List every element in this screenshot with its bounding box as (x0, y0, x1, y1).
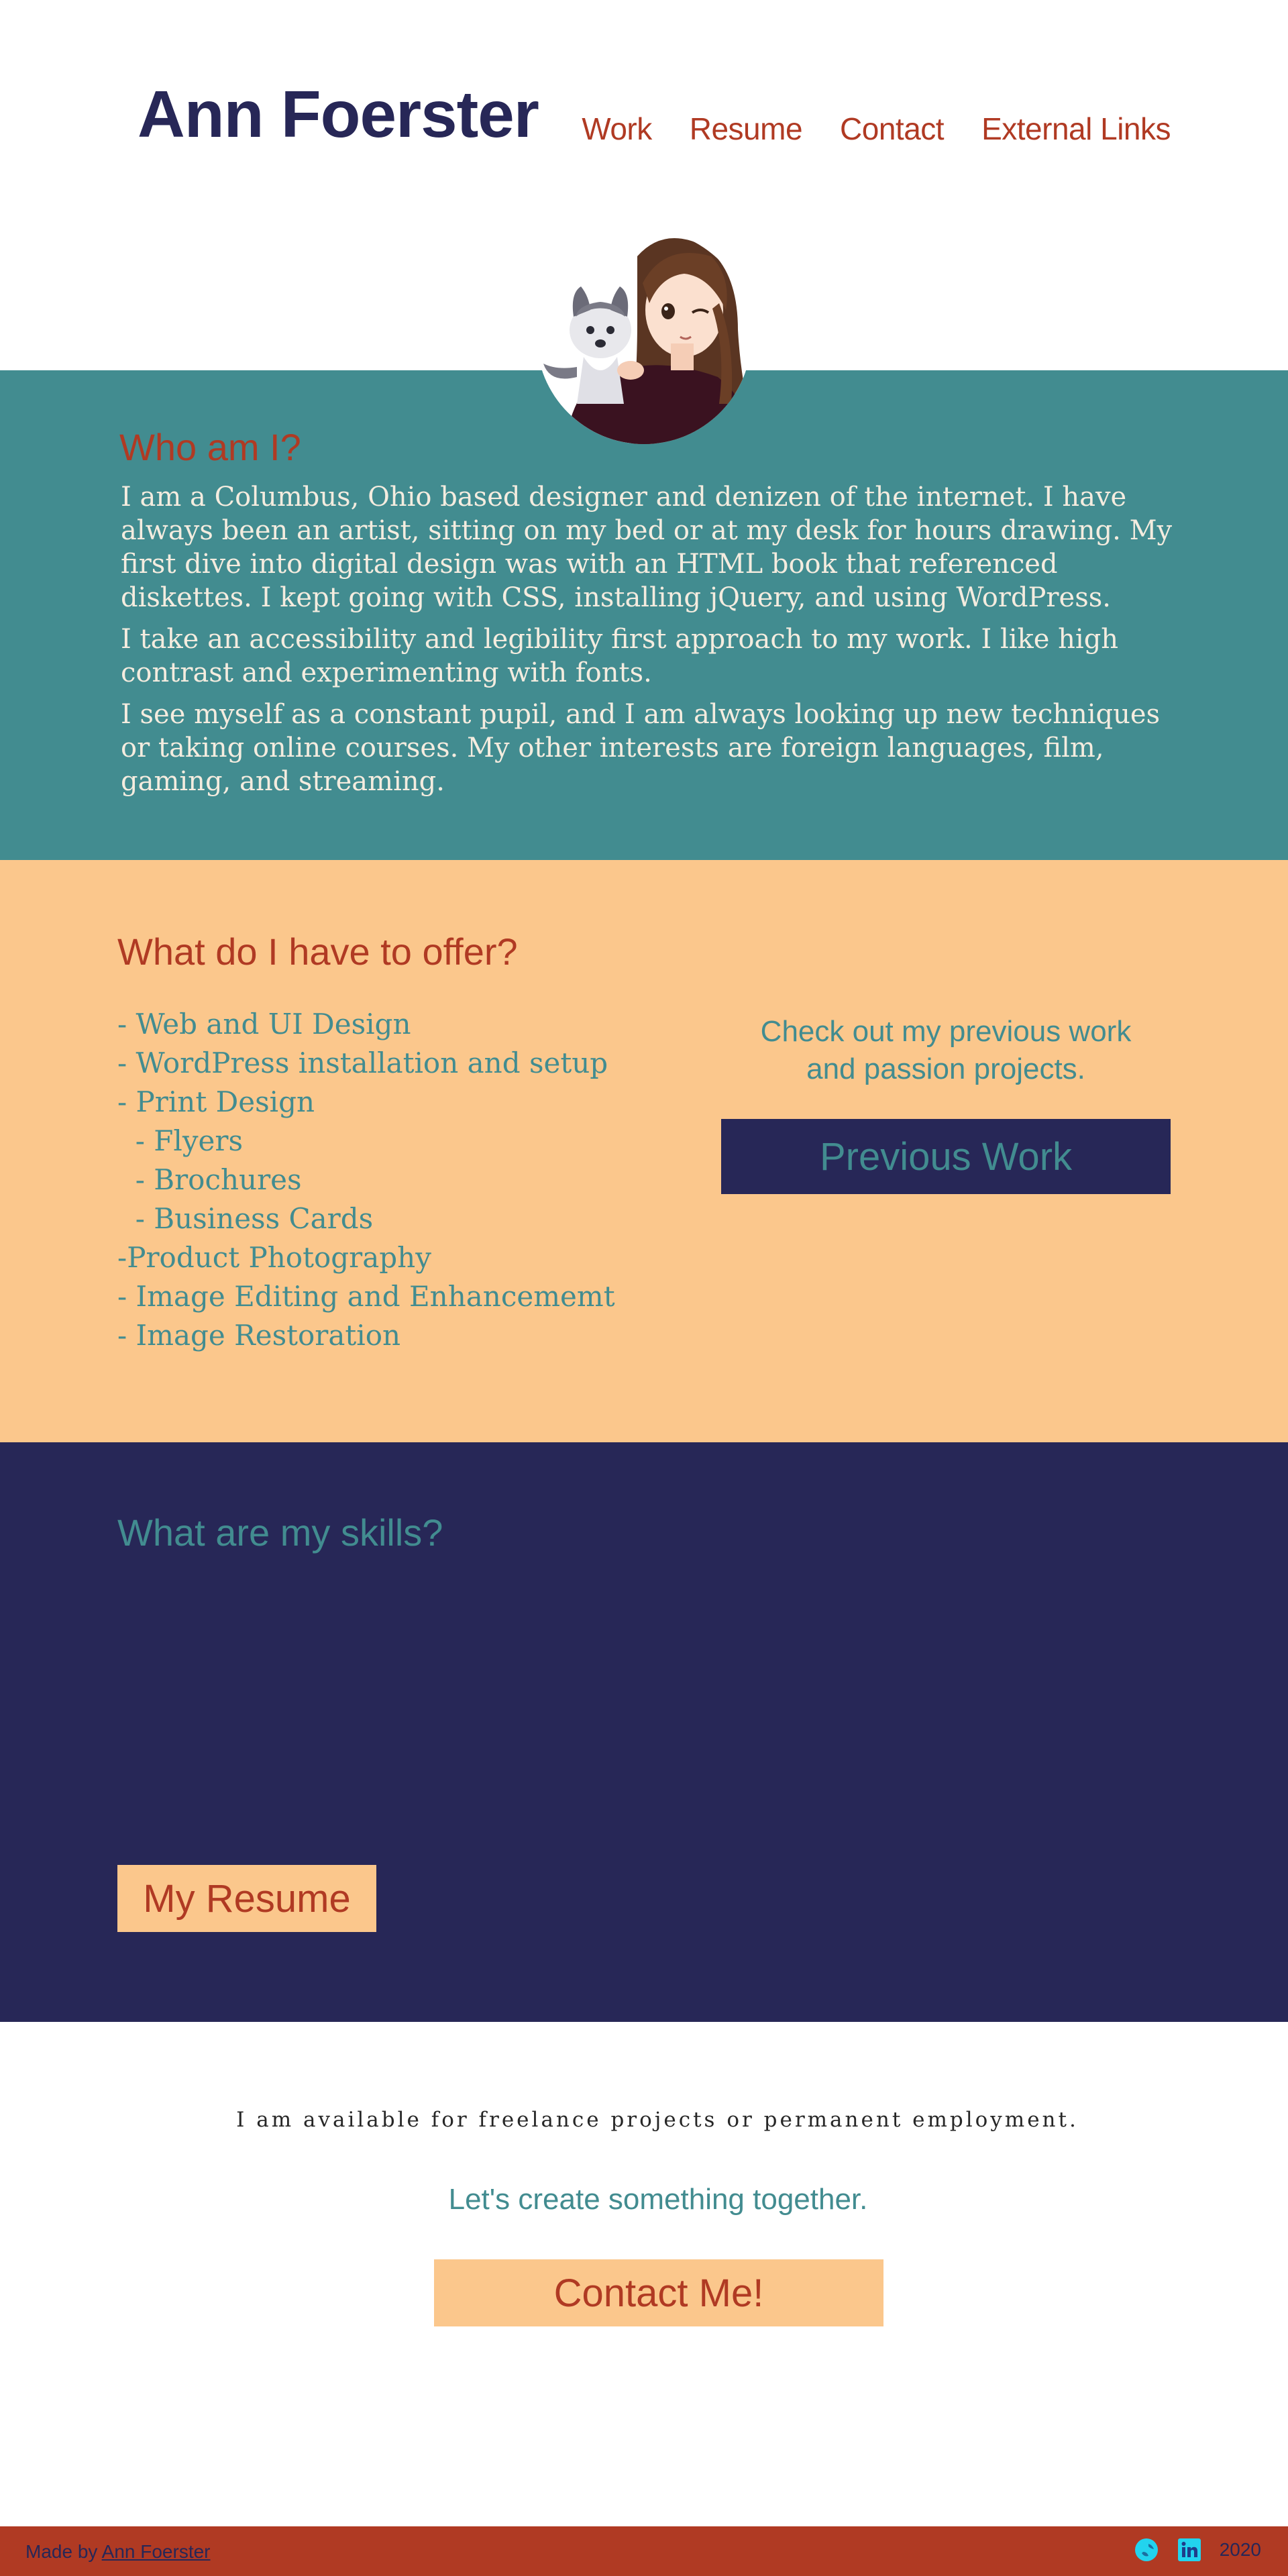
list-item: - Flyers (117, 1124, 244, 1157)
who-am-i-heading: Who am I? (119, 426, 301, 468)
site-name[interactable]: Ann Foerster (138, 74, 539, 154)
tagline-text: Let's create something together. (448, 2183, 868, 2216)
footer-icons: 2020 (1134, 2537, 1261, 2563)
site-footer: Made by Ann Foerster 2020 (0, 2526, 1288, 2576)
who-am-i-body: I am a Columbus, Ohio based designer and… (121, 480, 1181, 806)
nav-external-links-link[interactable]: External Links (981, 109, 1171, 149)
avatar (537, 229, 751, 444)
author-link[interactable]: Ann Foerster (102, 2541, 211, 2562)
who-paragraph: I see myself as a constant pupil, and I … (121, 699, 1161, 797)
services-list: - Web and UI Design - WordPress installa… (117, 1005, 615, 1355)
who-paragraph: I am a Columbus, Ohio based designer and… (121, 482, 1173, 613)
copyright-year: 2020 (1219, 2539, 1261, 2560)
previous-work-blurb: Check out my previous work and passion p… (721, 1013, 1171, 1088)
main-nav: Work Resume Contact External Links (582, 109, 1171, 149)
previous-work-button[interactable]: Previous Work (721, 1119, 1171, 1194)
skills-section: What are my skills? My Resume (0, 1442, 1288, 2022)
list-item: - Image Restoration (117, 1319, 401, 1352)
avatar-illustration (537, 229, 751, 444)
list-item: - Print Design (117, 1085, 315, 1118)
nav-work-link[interactable]: Work (582, 109, 652, 149)
list-item: - Business Cards (117, 1202, 374, 1235)
made-by-label: Made by (25, 2541, 98, 2562)
made-by-credit: Made by Ann Foerster (25, 2540, 211, 2564)
offer-section: What do I have to offer? - Web and UI De… (0, 860, 1288, 1442)
previous-work-blurb-line: Check out my previous work (760, 1015, 1132, 1048)
previous-work-blurb-line: and passion projects. (806, 1053, 1085, 1085)
globe-icon[interactable] (1134, 2537, 1159, 2563)
list-item: - Web and UI Design (117, 1008, 411, 1040)
my-resume-button[interactable]: My Resume (117, 1865, 376, 1932)
nav-contact-link[interactable]: Contact (840, 109, 945, 149)
contact-me-button[interactable]: Contact Me! (434, 2259, 883, 2326)
skills-heading: What are my skills? (117, 1511, 443, 1554)
linkedin-icon[interactable] (1177, 2537, 1202, 2563)
list-item: -Product Photography (117, 1241, 431, 1274)
who-paragraph: I take an accessibility and legibility f… (121, 624, 1119, 688)
offer-heading: What do I have to offer? (117, 930, 518, 973)
nav-resume-link[interactable]: Resume (690, 109, 803, 149)
list-item: - Brochures (117, 1163, 302, 1196)
contact-cta-section: I am available for freelance projects or… (0, 2022, 1288, 2526)
list-item: - Image Editing and Enhancememt (117, 1280, 615, 1313)
list-item: - WordPress installation and setup (117, 1046, 608, 1079)
availability-text: I am available for freelance projects or… (236, 2108, 1079, 2132)
